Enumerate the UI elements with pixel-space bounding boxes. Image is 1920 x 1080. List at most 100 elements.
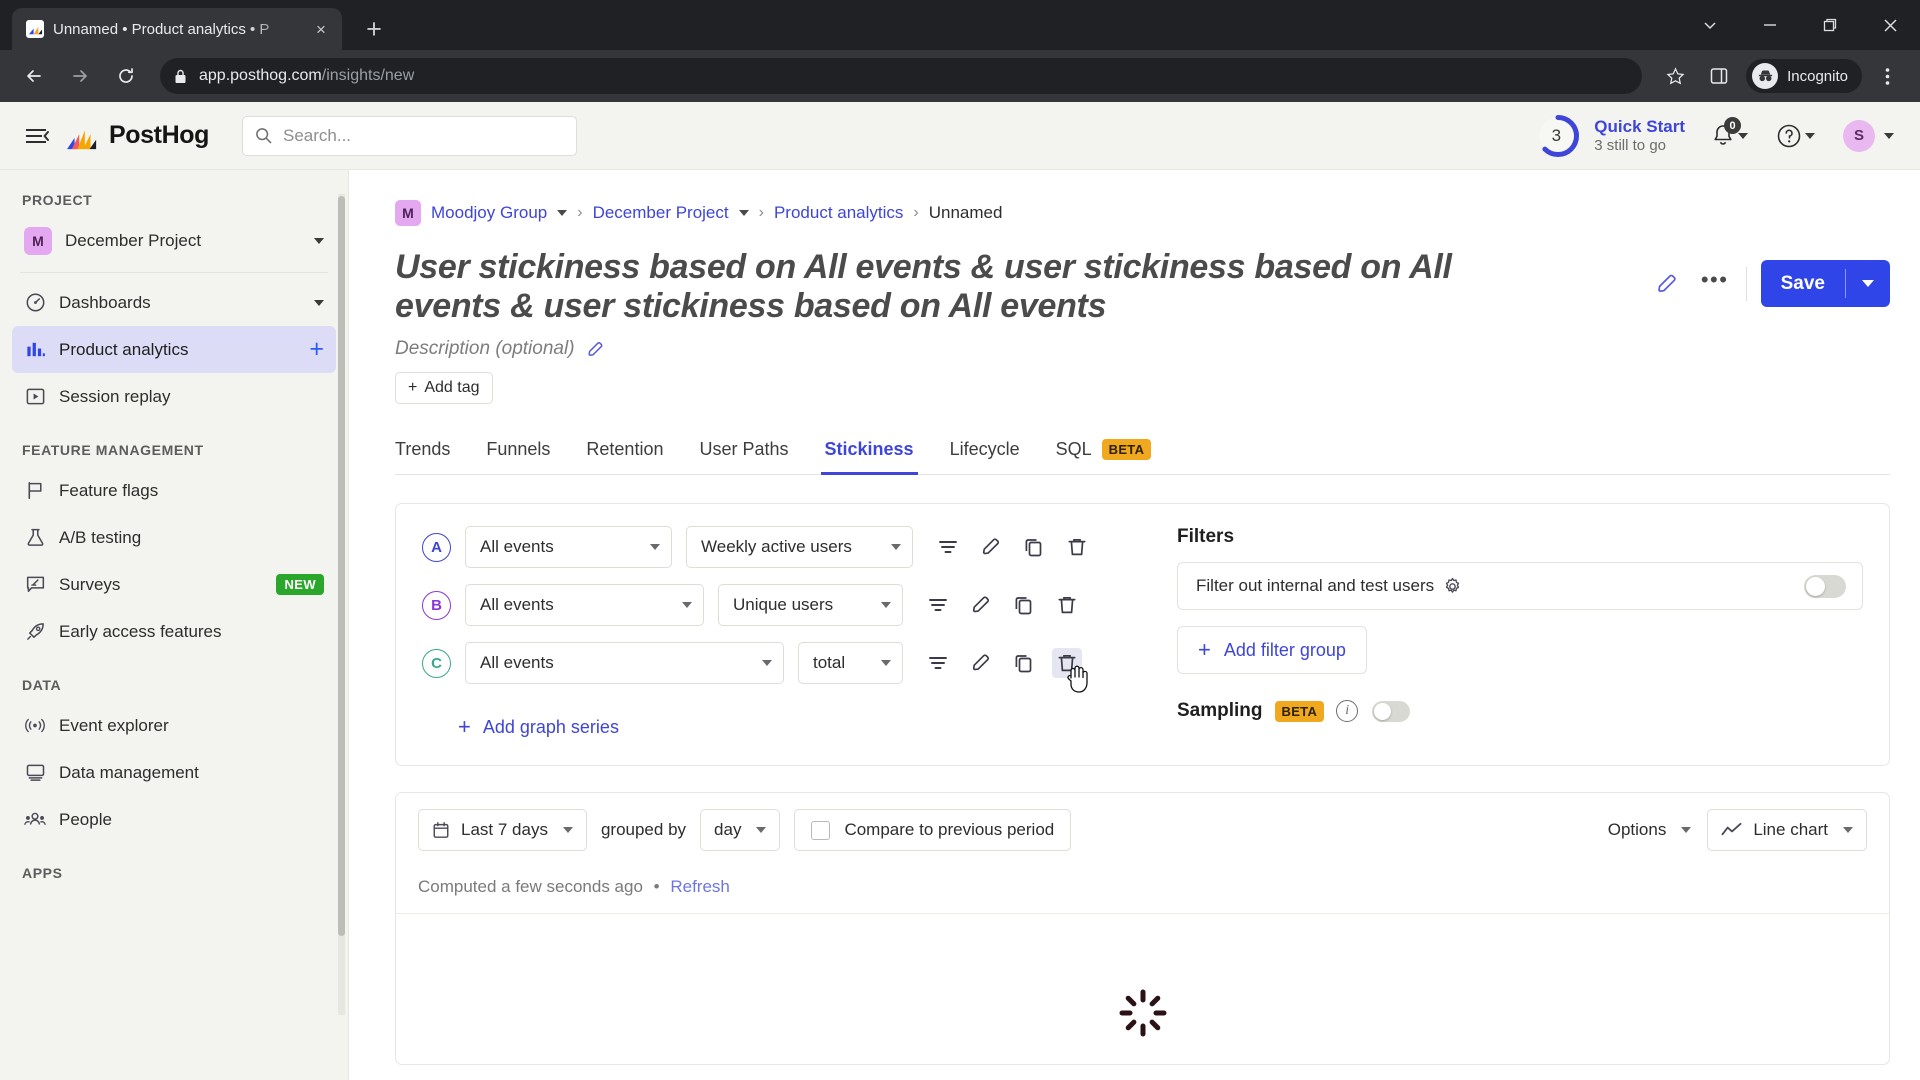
options-button[interactable]: Options [1605,809,1694,852]
sidebar-toggle-icon[interactable] [18,117,56,155]
save-dropdown-button[interactable] [1846,260,1890,307]
breadcrumb: M Moodjoy Group › December Project › Pro… [395,190,1890,226]
tab-retention[interactable]: Retention [586,430,663,474]
sidebar-item-label: Product analytics [59,339,189,359]
add-filter-group-label: Add filter group [1223,639,1346,660]
checkbox[interactable] [811,820,831,840]
sidebar-item-people[interactable]: People [12,796,336,843]
series-math-select-a[interactable]: Weekly active users [686,526,913,569]
chevron-down-icon[interactable] [314,299,324,306]
quick-start-widget[interactable]: 3 Quick Start 3 still to go [1535,113,1685,159]
lock-icon [174,69,187,84]
new-tab-button[interactable]: + [354,8,394,50]
date-range-select[interactable]: Last 7 days [418,809,587,852]
description-placeholder: Description (optional) [395,338,575,360]
chevron-down-icon[interactable] [314,237,324,244]
description-row[interactable]: Description (optional) [395,338,1890,360]
chevron-down-icon[interactable] [1680,0,1740,50]
filter-out-internal-users-toggle[interactable] [1804,574,1846,598]
refresh-link[interactable]: Refresh [670,877,730,896]
close-icon[interactable]: × [310,18,332,40]
chevron-down-icon[interactable] [738,210,749,216]
sidebar-item-surveys[interactable]: Surveys NEW [12,561,336,608]
filter-out-internal-users-row[interactable]: Filter out internal and test users [1177,562,1863,611]
trash-icon[interactable] [1052,648,1088,693]
add-tag-button[interactable]: + Add tag [395,372,493,405]
tab-stickiness[interactable]: Stickiness [820,430,918,476]
address-bar[interactable]: app.posthog.com/insights/new [160,58,1643,94]
chevron-down-icon [881,660,891,667]
pencil-icon[interactable] [966,590,996,620]
incognito-indicator[interactable]: Incognito [1746,59,1862,93]
scrollbar-thumb[interactable] [338,196,345,936]
series-event-select-a[interactable]: All events [465,526,672,569]
trash-icon[interactable] [1052,590,1082,620]
account-menu[interactable]: S [1839,115,1898,157]
series-event-select-b[interactable]: All events [465,584,704,627]
gear-icon[interactable] [1443,577,1462,596]
window-close-icon[interactable] [1860,0,1920,50]
sidebar-item-december-project[interactable]: M December Project [12,217,336,264]
notifications-button[interactable]: 0 [1707,117,1752,153]
posthog-logo[interactable]: PostHog [66,121,209,151]
sidebar-item-data-management[interactable]: Data management [12,749,336,796]
chevron-down-icon[interactable] [557,210,568,216]
tab-trends[interactable]: Trends [395,430,450,474]
flask-icon [24,527,46,548]
breadcrumb-item-moodjoy-group[interactable]: Moodjoy Group [431,203,547,223]
info-icon[interactable]: i [1336,700,1359,723]
sidebar: PROJECT M December Project Dashboards Pr… [0,170,349,1080]
duplicate-icon[interactable] [1019,532,1049,562]
sidebar-item-product-analytics[interactable]: Product analytics + [12,326,336,373]
add-filter-group-button[interactable]: + Add filter group [1177,626,1367,675]
sidebar-item-event-explorer[interactable]: Event explorer [12,702,336,749]
minimize-icon[interactable] [1740,0,1800,50]
tab-lifecycle[interactable]: Lifecycle [950,430,1020,474]
add-graph-series-button[interactable]: + Add graph series [458,716,619,738]
bookmark-star-icon[interactable] [1656,57,1694,95]
breadcrumb-item-product-analytics[interactable]: Product analytics [774,203,903,223]
reload-icon[interactable] [106,56,146,96]
pencil-icon[interactable] [1650,267,1684,301]
duplicate-icon[interactable] [1009,648,1039,678]
pencil-icon[interactable] [976,532,1006,562]
series-event-select-c[interactable]: All events [465,642,784,685]
tab-funnels[interactable]: Funnels [486,430,550,474]
tab-user-paths[interactable]: User Paths [699,430,788,474]
sidebar-item-feature-flags[interactable]: Feature flags [12,467,336,514]
series-math-select-c[interactable]: total [798,642,903,685]
sidebar-section-apps: APPS [22,865,63,881]
sidebar-item-early-access-features[interactable]: Early access features [12,608,336,655]
sidebar-item-ab-testing[interactable]: A/B testing [12,514,336,561]
filter-icon[interactable] [923,648,953,678]
interval-select[interactable]: day [700,809,781,852]
pencil-icon[interactable] [586,340,605,359]
chart-type-select[interactable]: Line chart [1707,809,1867,852]
tab-sql[interactable]: SQL BETA [1056,430,1152,474]
back-icon[interactable] [14,56,54,96]
compare-to-previous-period-checkbox[interactable]: Compare to previous period [794,809,1072,852]
forward-icon[interactable] [60,56,100,96]
browser-menu-icon[interactable] [1868,57,1906,95]
filter-icon[interactable] [923,590,953,620]
series-math-select-b[interactable]: Unique users [718,584,903,627]
sidebar-item-session-replay[interactable]: Session replay [12,373,336,420]
url-text: app.posthog.com/insights/new [199,67,415,84]
search-icon [255,127,272,144]
search-input[interactable]: Search... [241,115,577,156]
filter-icon[interactable] [933,532,963,562]
side-panel-icon[interactable] [1700,57,1738,95]
add-insight-icon[interactable]: + [309,337,324,362]
pencil-icon[interactable] [966,648,996,678]
save-button[interactable]: Save [1760,260,1890,307]
ellipsis-icon[interactable]: ••• [1698,267,1732,301]
duplicate-icon[interactable] [1009,590,1039,620]
help-button[interactable] [1772,118,1819,154]
sidebar-item-dashboards[interactable]: Dashboards [12,279,336,326]
trash-icon[interactable] [1062,532,1092,562]
breadcrumb-item-december-project[interactable]: December Project [593,203,729,223]
sampling-toggle[interactable] [1372,700,1411,722]
browser-tab[interactable]: Unnamed • Product analytics • P × [12,8,342,50]
maximize-icon[interactable] [1800,0,1860,50]
sidebar-scrollbar[interactable] [337,182,346,1027]
